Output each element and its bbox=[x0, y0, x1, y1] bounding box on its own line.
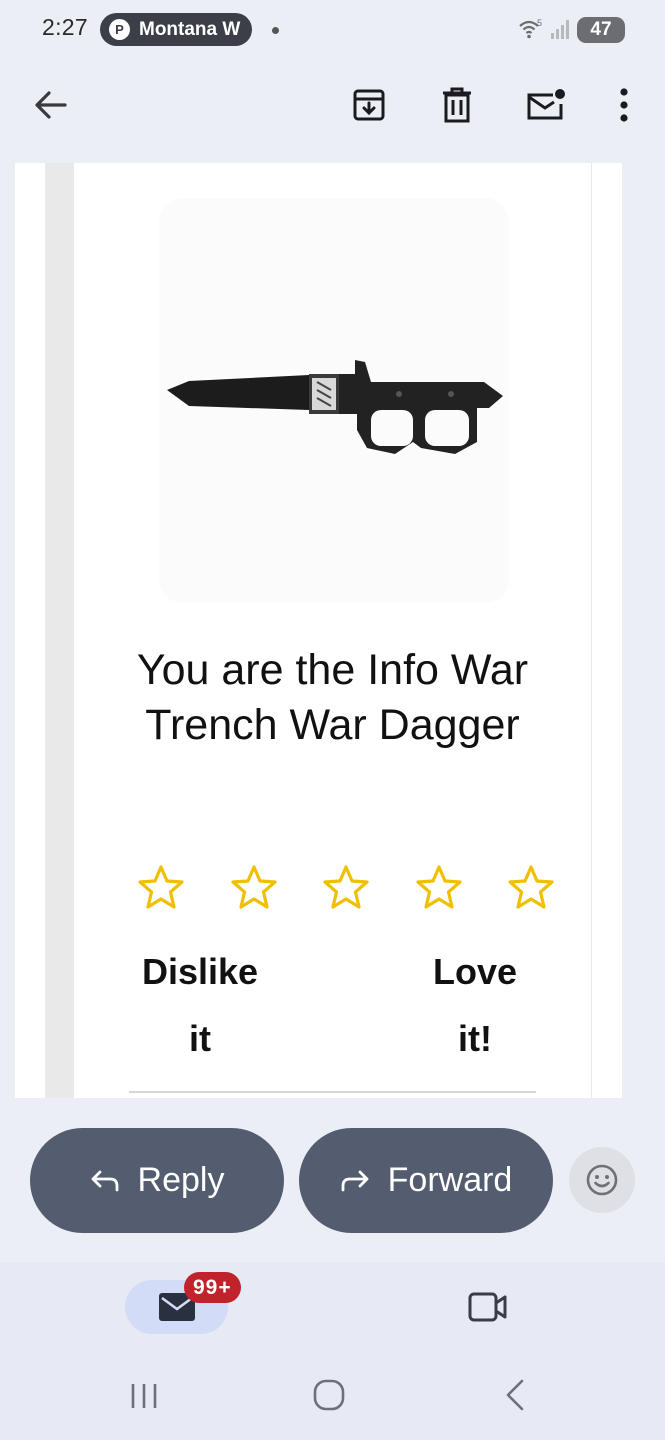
video-icon bbox=[468, 1292, 507, 1322]
notification-app-icon: P bbox=[109, 19, 130, 40]
email-body: You are the Info War Trench War Dagger D… bbox=[15, 163, 622, 1098]
star-rating bbox=[136, 863, 556, 913]
wifi-icon: 5 bbox=[519, 18, 542, 39]
reply-button[interactable]: Reply bbox=[30, 1128, 284, 1233]
dislike-label-line2: it bbox=[189, 1018, 211, 1059]
emoji-reaction-button[interactable] bbox=[569, 1147, 635, 1213]
forward-button[interactable]: Forward bbox=[299, 1128, 553, 1233]
love-label: Love it! bbox=[404, 938, 546, 1072]
email-content-card: You are the Info War Trench War Dagger D… bbox=[74, 163, 591, 1098]
mail-unread-badge: 99+ bbox=[184, 1272, 241, 1303]
email-toolbar bbox=[0, 62, 665, 162]
battery-level: 47 bbox=[590, 19, 612, 40]
svg-text:5: 5 bbox=[537, 18, 542, 28]
love-label-line2: it! bbox=[458, 1018, 492, 1059]
email-margin-left bbox=[15, 163, 45, 1098]
notification-dot-icon bbox=[272, 27, 279, 34]
star-5-icon[interactable] bbox=[506, 863, 556, 913]
email-margin-right bbox=[592, 163, 622, 1098]
product-title: You are the Info War Trench War Dagger bbox=[136, 646, 529, 749]
status-bar: 2:27 P Montana W 5 47 bbox=[0, 0, 665, 62]
notification-pill: P Montana W bbox=[100, 13, 252, 46]
star-4-icon[interactable] bbox=[414, 863, 464, 913]
product-image[interactable] bbox=[159, 198, 509, 603]
dislike-label: Dislike it bbox=[124, 938, 276, 1072]
reply-label: Reply bbox=[137, 1161, 225, 1199]
smiley-icon bbox=[586, 1164, 618, 1196]
content-divider bbox=[129, 1091, 536, 1093]
signal-icon bbox=[551, 20, 569, 39]
notification-text: Montana W bbox=[139, 18, 241, 40]
status-time: 2:27 bbox=[42, 14, 88, 40]
home-icon[interactable] bbox=[312, 1378, 346, 1412]
back-icon[interactable] bbox=[502, 1378, 528, 1412]
bottom-navigation: 99+ bbox=[0, 1262, 665, 1362]
love-label-line1: Love bbox=[432, 951, 518, 992]
star-1-icon[interactable] bbox=[136, 863, 186, 913]
meet-tab[interactable] bbox=[466, 1289, 510, 1325]
system-navigation-bar bbox=[0, 1362, 665, 1440]
star-3-icon[interactable] bbox=[321, 863, 371, 913]
battery-indicator: 47 bbox=[577, 17, 625, 43]
archive-icon[interactable] bbox=[346, 82, 392, 128]
reply-arrow-icon bbox=[91, 1170, 118, 1191]
recents-icon[interactable] bbox=[128, 1380, 160, 1412]
delete-icon[interactable] bbox=[434, 82, 480, 128]
forward-arrow-icon bbox=[341, 1170, 369, 1191]
dislike-label-line1: Dislike bbox=[141, 951, 259, 992]
more-vert-icon[interactable] bbox=[602, 82, 646, 128]
forward-label: Forward bbox=[387, 1161, 513, 1199]
star-2-icon[interactable] bbox=[229, 863, 279, 913]
back-arrow-icon[interactable] bbox=[28, 82, 74, 128]
dagger-image bbox=[167, 360, 503, 454]
mark-unread-icon[interactable] bbox=[522, 82, 568, 128]
